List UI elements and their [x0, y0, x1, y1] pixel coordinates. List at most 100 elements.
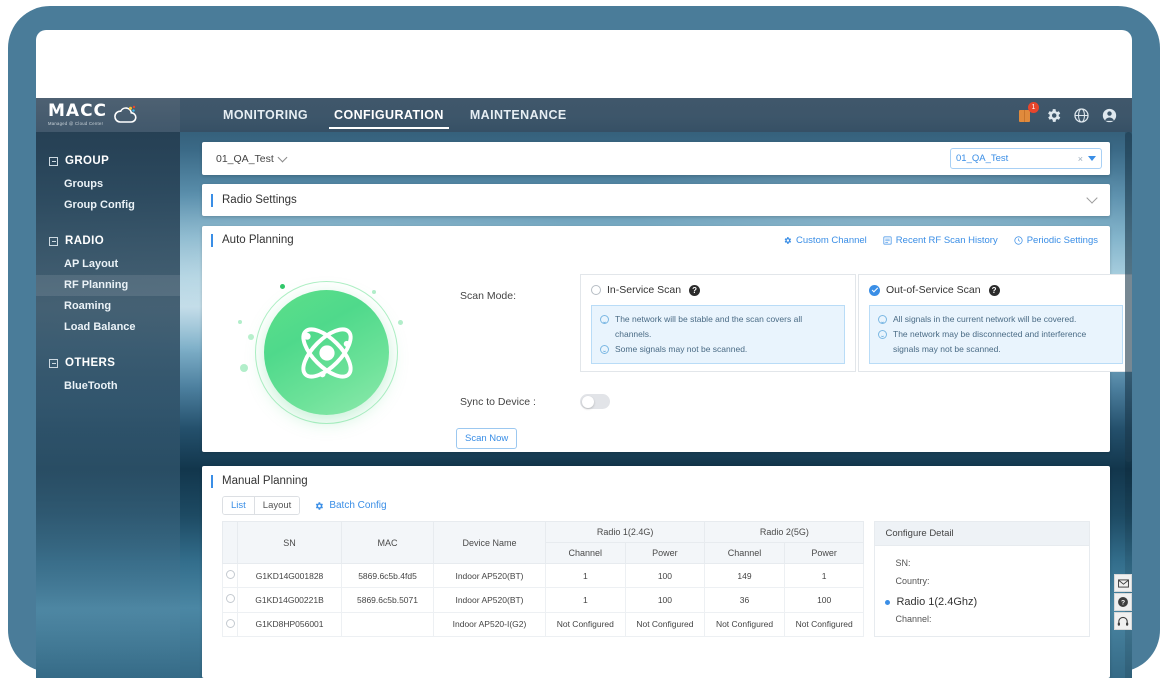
group-tag-select[interactable]: 01_QA_Test ×	[950, 148, 1102, 169]
user-icon[interactable]	[1101, 107, 1118, 124]
history-icon	[883, 235, 892, 245]
group-dropdown-label: 01_QA_Test	[216, 152, 274, 165]
detail-field-sn: SN:	[895, 558, 911, 568]
in-service-scan-option[interactable]: In-Service Scan ?	[591, 284, 845, 296]
clear-icon[interactable]: ×	[1078, 154, 1088, 164]
periodic-settings-link[interactable]: Periodic Settings	[1014, 235, 1098, 246]
sync-to-device-toggle[interactable]	[580, 394, 610, 409]
row-radio[interactable]	[225, 570, 235, 580]
sidebar-item-load-balance[interactable]: Load Balance	[36, 317, 180, 338]
in-service-scan-label: In-Service Scan	[607, 284, 682, 296]
sidebar-item-rf-planning[interactable]: RF Planning	[36, 275, 180, 296]
in-service-scan-box[interactable]: In-Service Scan ? The network will be st…	[580, 274, 856, 372]
collapse-icon	[49, 236, 58, 246]
nav-item-monitoring[interactable]: MONITORING	[210, 98, 321, 132]
sidebar-section-label: RADIO	[65, 235, 105, 247]
screenshot-root: MACC Managed @ Cloud Center MONITORING C…	[0, 0, 1168, 678]
cell-r1-power: 100	[624, 587, 706, 613]
globe-icon[interactable]	[1073, 107, 1090, 124]
help-icon[interactable]: ?	[1114, 593, 1132, 611]
alerts-icon[interactable]: 1	[1017, 101, 1039, 124]
chevron-down-icon	[277, 152, 288, 162]
main-content: 01_QA_Test 01_QA_Test × Radio Settings A…	[180, 132, 1132, 678]
radio-settings-panel[interactable]: Radio Settings	[202, 184, 1110, 216]
group-dropdown[interactable]: 01_QA_Test	[210, 152, 288, 165]
top-navigation-bar: MACC Managed @ Cloud Center MONITORING C…	[36, 98, 1132, 132]
group-tag-value: 01_QA_Test	[956, 153, 1009, 164]
tab-layout[interactable]: Layout	[253, 497, 300, 514]
custom-channel-link[interactable]: Custom Channel	[783, 235, 867, 246]
cell-r2-channel: 149	[704, 562, 785, 589]
atom-icon	[301, 327, 353, 379]
table-row[interactable]: G1KD14G00221B 5869.6c5b.5071 Indoor AP52…	[222, 587, 865, 613]
column-mac: MAC	[341, 521, 434, 564]
smiley-icon	[878, 315, 887, 324]
out-of-service-scan-option[interactable]: Out-of-Service Scan ?	[869, 284, 1123, 296]
row-radio[interactable]	[225, 594, 235, 604]
out-of-service-scan-box[interactable]: Out-of-Service Scan ? All signals in the…	[858, 274, 1132, 372]
collapse-icon	[49, 358, 58, 368]
detail-section-radio1: Radio 1(2.4Ghz)	[885, 590, 1079, 610]
smiley-icon	[878, 329, 887, 339]
cell-sn: G1KD8HP056001	[237, 611, 342, 638]
column-group-radio2: Radio 2(5G)	[704, 521, 865, 543]
scan-now-button[interactable]: Scan Now	[456, 428, 518, 449]
cell-r2-power: Not Configured	[783, 611, 865, 638]
radio-button-unselected[interactable]	[591, 285, 601, 295]
recent-rf-scan-history-link[interactable]: Recent RF Scan History	[883, 235, 998, 246]
batch-config-button[interactable]: Batch Config	[314, 500, 387, 511]
auto-planning-title: Auto Planning	[222, 234, 294, 246]
help-icon[interactable]: ?	[988, 284, 1000, 296]
nav-item-maintenance[interactable]: MAINTENANCE	[457, 98, 580, 132]
sidebar-item-groups[interactable]: Groups	[36, 174, 180, 195]
nav-item-configuration[interactable]: CONFIGURATION	[321, 98, 457, 132]
mail-icon[interactable]	[1114, 574, 1132, 592]
out-of-service-scan-notes: All signals in the current network will …	[869, 305, 1123, 364]
row-select-cell[interactable]	[222, 611, 238, 638]
smiley-icon	[600, 344, 609, 354]
detail-field-channel: Channel:	[895, 614, 932, 624]
note-item: All signals in the current network will …	[878, 312, 1114, 327]
sidebar-item-bluetooth[interactable]: BlueTooth	[36, 376, 180, 397]
row-select-cell[interactable]	[222, 587, 238, 613]
accent-bar	[211, 193, 213, 207]
brand-logo[interactable]: MACC Managed @ Cloud Center	[36, 98, 180, 132]
cell-sn: G1KD14G00221B	[237, 587, 342, 613]
view-mode-tabs: List Layout	[222, 496, 301, 515]
in-service-scan-notes: The network will be stable and the scan …	[591, 305, 845, 364]
sidebar-section-group[interactable]: GROUP	[36, 148, 180, 174]
column-r2-channel: Channel	[704, 542, 785, 564]
column-sn: SN	[237, 521, 342, 564]
row-radio[interactable]	[225, 618, 235, 628]
sidebar-navigation: GROUP Groups Group Config RADIO AP Layou…	[36, 132, 180, 678]
vertical-scrollbar-thumb[interactable]	[1125, 132, 1132, 462]
smiley-icon	[600, 315, 609, 324]
cell-mac	[341, 611, 434, 638]
sidebar-item-roaming[interactable]: Roaming	[36, 296, 180, 317]
sidebar-item-group-config[interactable]: Group Config	[36, 195, 180, 216]
help-icon[interactable]: ?	[689, 284, 701, 296]
radio-button-selected[interactable]	[869, 284, 880, 296]
gear-icon[interactable]	[1045, 107, 1062, 124]
table-row[interactable]: G1KD14G001828 5869.6c5b.4fd5 Indoor AP52…	[222, 562, 865, 589]
table-row[interactable]: G1KD8HP056001 Indoor AP520-I(G2) Not Con…	[222, 611, 865, 638]
cell-r1-power: Not Configured	[624, 611, 706, 638]
atom-illustration	[232, 272, 422, 432]
note-item: Some signals may not be scanned.	[600, 342, 836, 357]
manual-planning-title: Manual Planning	[222, 475, 308, 487]
bullet-icon	[885, 599, 891, 605]
headset-icon[interactable]	[1114, 612, 1132, 630]
radio-settings-title: Radio Settings	[222, 194, 297, 206]
chevron-down-icon[interactable]	[1086, 192, 1098, 204]
sidebar-section-label: OTHERS	[65, 357, 116, 369]
sidebar-item-ap-layout[interactable]: AP Layout	[36, 254, 180, 275]
batch-config-label: Batch Config	[329, 500, 387, 511]
row-select-cell[interactable]	[222, 562, 238, 589]
note-text: The network will be stable and the scan …	[615, 314, 803, 339]
sidebar-section-others[interactable]: OTHERS	[36, 350, 180, 376]
cell-device-name: Indoor AP520-I(G2)	[433, 611, 546, 638]
sidebar-section-radio[interactable]: RADIO	[36, 228, 180, 254]
column-r2-power: Power	[783, 542, 865, 564]
tab-list[interactable]: List	[223, 497, 254, 514]
